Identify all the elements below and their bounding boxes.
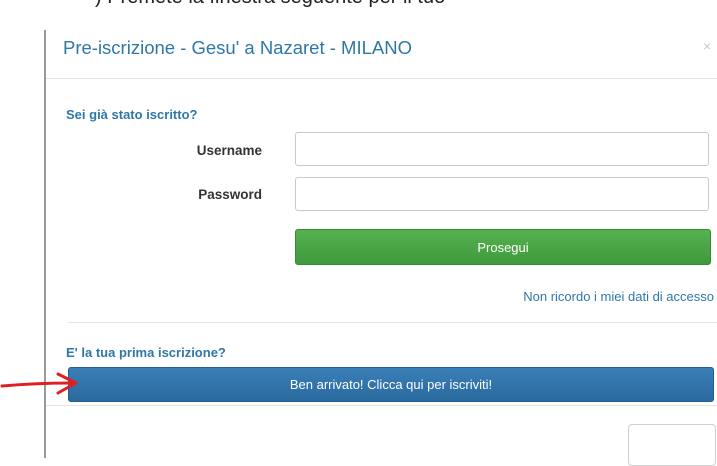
modal-title: Pre-iscrizione - Gesu' a Nazaret - MILAN… <box>63 37 412 58</box>
footer-divider <box>46 405 717 406</box>
close-icon[interactable]: × <box>703 38 711 54</box>
password-label: Password <box>198 187 262 202</box>
document-instruction-text: ) Premete la finestra seguente per il tu… <box>95 0 445 9</box>
section-divider <box>68 322 717 323</box>
password-input[interactable] <box>295 177 709 211</box>
forgot-credentials-link[interactable]: Non ricordo i miei dati di accesso <box>460 289 714 304</box>
footer-button[interactable] <box>628 424 716 466</box>
login-heading: Sei già stato iscritto? <box>66 107 198 122</box>
header-divider <box>46 78 717 79</box>
register-button[interactable]: Ben arrivato! Clicca qui per iscriviti! <box>68 367 714 402</box>
username-label: Username <box>196 143 262 158</box>
username-input[interactable] <box>295 132 709 166</box>
register-heading: E' la tua prima iscrizione? <box>66 345 226 360</box>
submit-button[interactable]: Prosegui <box>295 229 711 265</box>
red-arrow-annotation <box>0 372 78 395</box>
